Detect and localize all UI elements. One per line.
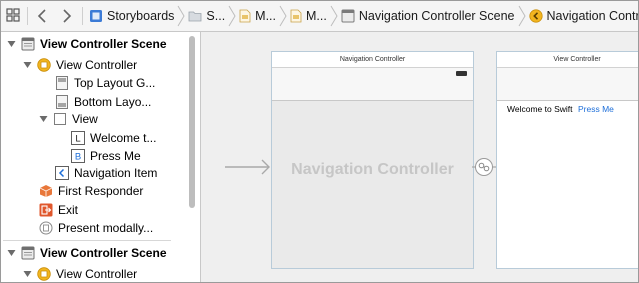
disclosure-triangle-open-icon[interactable] <box>23 269 32 278</box>
outline-item-label: Welcome t... <box>90 130 157 145</box>
scene-title: View Controller Scene <box>40 36 167 51</box>
outline-item-view[interactable]: View <box>39 110 98 127</box>
breadcrumb-chevron-icon <box>177 5 185 27</box>
outline-item-label-view[interactable]: L Welcome t... <box>71 129 156 146</box>
crumb-label: S... <box>206 9 226 23</box>
segue-icon <box>39 221 53 234</box>
crumb-storyboard-base[interactable]: M... <box>290 9 327 23</box>
breadcrumb-chevron-icon <box>330 5 338 27</box>
disclosure-triangle-open-icon[interactable] <box>23 60 32 69</box>
outline-scene-header[interactable]: View Controller Scene <box>7 35 167 52</box>
chevron-right-icon <box>63 9 72 23</box>
navigation-bar[interactable] <box>272 84 473 101</box>
folder-icon <box>90 10 102 22</box>
toolbar-divider <box>27 7 28 25</box>
scene-title-bar: Navigation Controller <box>272 52 473 68</box>
scene-icon <box>21 246 35 259</box>
scene-divider <box>3 240 171 241</box>
chevron-left-icon <box>37 9 46 23</box>
navigation-controller-body: Navigation Controller <box>272 101 473 268</box>
crumb-navigation-controller[interactable]: Navigation Controller <box>528 9 639 23</box>
outline-scrollbar[interactable] <box>189 32 196 282</box>
document-outline: View Controller Scene View Controller To… <box>1 32 201 282</box>
crumb-label: M... <box>255 9 277 23</box>
jump-bar: Storyboards S... M... M... Navigation Co… <box>1 1 638 32</box>
layout-guide-icon <box>56 94 68 109</box>
exit-icon <box>39 203 53 216</box>
outline-item-label: Top Layout G... <box>74 75 156 90</box>
svg-text:B: B <box>75 151 81 162</box>
crumb-group[interactable]: S... <box>188 9 225 23</box>
breadcrumb-chevron-icon <box>279 5 287 27</box>
view-controller-icon <box>37 266 51 281</box>
outline-item-label: First Responder <box>58 183 144 198</box>
battery-icon <box>456 71 467 76</box>
navigation-item-icon <box>55 165 69 180</box>
breadcrumb: Storyboards S... M... M... Navigation Co… <box>89 1 639 31</box>
navigation-controller-icon <box>528 9 543 23</box>
outline-item-label: View <box>72 111 98 126</box>
outline-item-navigation-item[interactable]: Navigation Item <box>55 164 157 181</box>
storyboard-file-icon <box>239 9 251 23</box>
svg-text:L: L <box>75 133 80 144</box>
scene-icon <box>21 37 35 50</box>
back-button[interactable] <box>34 7 50 25</box>
status-bar <box>272 68 473 84</box>
outline-scene-header[interactable]: View Controller Scene <box>7 244 167 261</box>
scene-icon <box>341 9 355 23</box>
initial-view-controller-arrow-icon <box>225 159 270 175</box>
label-icon: L <box>71 130 85 145</box>
press-me-button[interactable]: Press Me <box>578 104 614 114</box>
disclosure-triangle-open-icon[interactable] <box>39 114 48 123</box>
breadcrumb-chevron-icon <box>228 5 236 27</box>
outline-item-first-responder[interactable]: First Responder <box>39 182 143 199</box>
scene-title: View Controller Scene <box>40 245 167 260</box>
storyboard-canvas[interactable]: Navigation Controller Navigation Control… <box>201 32 638 282</box>
outline-item-label: Present modally... <box>58 220 154 235</box>
folder-icon <box>189 11 202 22</box>
toolbar-divider <box>82 7 83 25</box>
layout-guide-icon <box>56 75 68 90</box>
outline-item-segue[interactable]: Present modally... <box>39 219 153 236</box>
outline-item-label: Press Me <box>90 148 141 163</box>
welcome-label[interactable]: Welcome to Swift <box>507 104 573 114</box>
related-items-grid-icon[interactable] <box>6 8 20 22</box>
outline-item-bottom-layout-guide[interactable]: Bottom Layo... <box>55 93 151 110</box>
crumb-label: Storyboards <box>107 9 175 23</box>
storyboard-file-icon <box>290 9 302 23</box>
navigation-controller-watermark: Navigation Controller <box>291 161 454 178</box>
button-icon: B <box>71 148 85 163</box>
crumb-label: Navigation Controller <box>546 9 639 23</box>
outline-item-label: Bottom Layo... <box>74 94 152 109</box>
navigation-controller-scene[interactable]: Navigation Controller Navigation Control… <box>271 51 474 269</box>
navigation-bar[interactable] <box>497 68 638 101</box>
xcode-storyboard-editor: Storyboards S... M... M... Navigation Co… <box>0 0 639 283</box>
crumb-storyboards[interactable]: Storyboards <box>89 9 174 23</box>
view-icon <box>54 112 66 125</box>
forward-button[interactable] <box>59 7 75 25</box>
outline-item-label: View Controller <box>56 266 138 281</box>
relationship-segue-icon[interactable] <box>472 156 498 178</box>
outline-item-top-layout-guide[interactable]: Top Layout G... <box>55 74 155 91</box>
scene-title-bar: View Controller <box>497 52 638 68</box>
outline-item-exit[interactable]: Exit <box>39 201 78 218</box>
crumb-label: M... <box>306 9 327 23</box>
outline-item-view-controller[interactable]: View Controller <box>23 265 137 282</box>
disclosure-triangle-open-icon[interactable] <box>7 39 16 48</box>
outline-item-label: Exit <box>58 202 79 217</box>
view-controller-icon <box>37 57 51 72</box>
breadcrumb-chevron-icon <box>518 5 526 27</box>
outline-item-view-controller[interactable]: View Controller <box>23 56 137 73</box>
view-controller-scene[interactable]: View Controller Welcome to Swift Press M… <box>496 51 638 269</box>
scrollbar-thumb[interactable] <box>189 36 195 208</box>
crumb-scene[interactable]: Navigation Controller Scene <box>341 9 515 23</box>
outline-item-label: View Controller <box>56 57 138 72</box>
crumb-storyboard-file[interactable]: M... <box>239 9 276 23</box>
disclosure-triangle-open-icon[interactable] <box>7 248 16 257</box>
outline-item-button[interactable]: B Press Me <box>71 147 141 164</box>
crumb-label: Navigation Controller Scene <box>358 9 515 23</box>
outline-item-label: Navigation Item <box>74 165 158 180</box>
first-responder-cube-icon <box>39 184 53 197</box>
